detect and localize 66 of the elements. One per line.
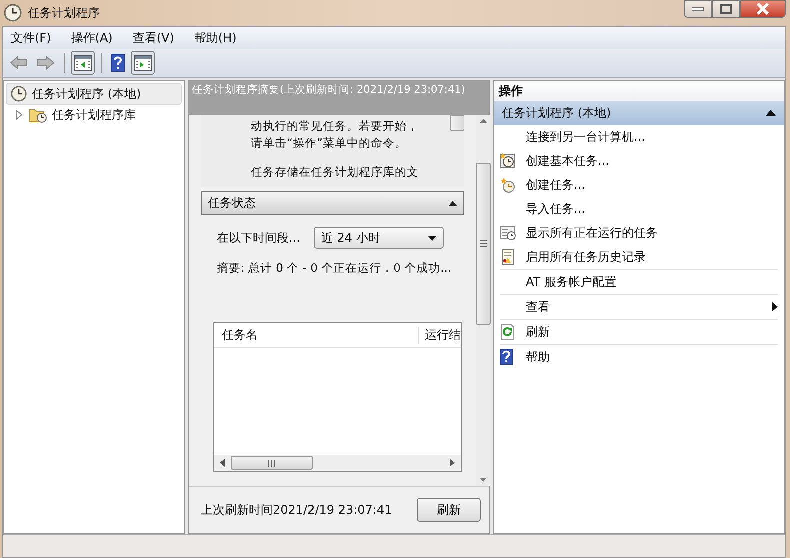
pane-icon — [74, 55, 92, 71]
refresh-button[interactable]: 刷新 — [417, 498, 481, 522]
right-arrow-icon — [37, 56, 55, 70]
help-button[interactable] — [108, 51, 128, 75]
description-text: 请单击“操作”菜单中的命令。 — [251, 136, 408, 152]
action-item[interactable]: 创建任务... — [494, 173, 784, 197]
action-item[interactable]: AT 服务帐户配置 — [494, 270, 784, 294]
last-refresh-text: 上次刷新时间2021/2/19 23:07:41 — [201, 502, 392, 518]
action-item[interactable]: 连接到另一台计算机... — [494, 125, 784, 149]
action-item[interactable]: 启用所有任务历史记录 — [494, 245, 784, 269]
pane-header: 任务计划程序摘要(上次刷新时间: 2021/2/19 23:07:41) — [189, 81, 489, 115]
help-icon — [500, 349, 513, 365]
column-header[interactable]: 任务名 — [214, 326, 419, 344]
tree-item[interactable]: 任务计划程序库 — [6, 105, 182, 125]
clock-icon — [4, 4, 22, 22]
menu-item[interactable]: 操作(A) — [69, 30, 115, 46]
submenu-arrow-icon — [772, 302, 778, 312]
horizontal-scrollbar[interactable] — [214, 455, 461, 471]
clock-icon — [500, 177, 516, 193]
log-icon — [500, 249, 516, 265]
maximize-button[interactable] — [712, 0, 740, 18]
grip-icon — [480, 240, 487, 248]
collapse-icon — [449, 200, 457, 206]
left-arrow-icon — [10, 56, 28, 70]
show-actions-button[interactable] — [131, 51, 155, 75]
section-header[interactable]: 任务状态 — [201, 191, 464, 215]
scroll-up-icon[interactable] — [480, 119, 487, 123]
pane-icon — [134, 55, 152, 71]
description-text: 任务存储在任务计划程序库的文 — [251, 165, 420, 181]
window-title: 任务计划程序 — [28, 4, 100, 22]
collapse-icon — [766, 110, 776, 116]
tree-item[interactable]: 任务计划程序 (本地) — [6, 83, 182, 105]
action-item[interactable]: 帮助 — [494, 345, 784, 369]
scrollbar[interactable] — [476, 115, 491, 486]
minimize-icon — [692, 6, 704, 12]
column-header[interactable]: 运行结 — [419, 326, 461, 344]
expand-icon — [16, 110, 24, 120]
action-item[interactable]: 查看 — [494, 295, 784, 319]
dropdown-arrow-icon — [428, 236, 438, 240]
period-label: 在以下时间段... — [217, 230, 300, 246]
list-clock-icon — [500, 225, 516, 241]
show-tree-button[interactable] — [71, 51, 95, 75]
action-item[interactable]: 刷新 — [494, 320, 784, 344]
action-item[interactable]: 显示所有正在运行的任务 — [494, 221, 784, 245]
action-item[interactable]: 导入任务... — [494, 197, 784, 221]
scroll-down-icon[interactable] — [480, 478, 487, 482]
description-text: 动执行的常见任务。若要开始， — [251, 119, 420, 135]
close-icon — [756, 3, 770, 15]
action-item[interactable]: 创建基本任务... — [494, 149, 784, 173]
close-button[interactable] — [740, 0, 786, 18]
menu-item[interactable]: 文件(F) — [9, 30, 54, 46]
folder-clock-icon — [29, 107, 47, 123]
grip-icon — [267, 460, 277, 466]
scroll-right-icon[interactable] — [450, 459, 455, 467]
section-header[interactable]: 任务计划程序 (本地) — [494, 101, 784, 125]
summary-text: 摘要: 总计 0 个 - 0 个正在运行，0 个成功... — [216, 261, 453, 276]
help-icon — [111, 54, 125, 72]
refresh-icon — [500, 324, 516, 340]
menu-item[interactable]: 帮助(H) — [192, 30, 239, 46]
minimize-button[interactable] — [684, 0, 712, 18]
maximize-icon — [720, 4, 732, 14]
clock-icon — [11, 86, 27, 102]
period-dropdown[interactable]: 近 24 小时 — [314, 227, 444, 249]
clock-icon — [500, 153, 516, 169]
scroll-left-icon[interactable] — [220, 459, 225, 467]
menu-item[interactable]: 查看(V) — [130, 30, 176, 46]
